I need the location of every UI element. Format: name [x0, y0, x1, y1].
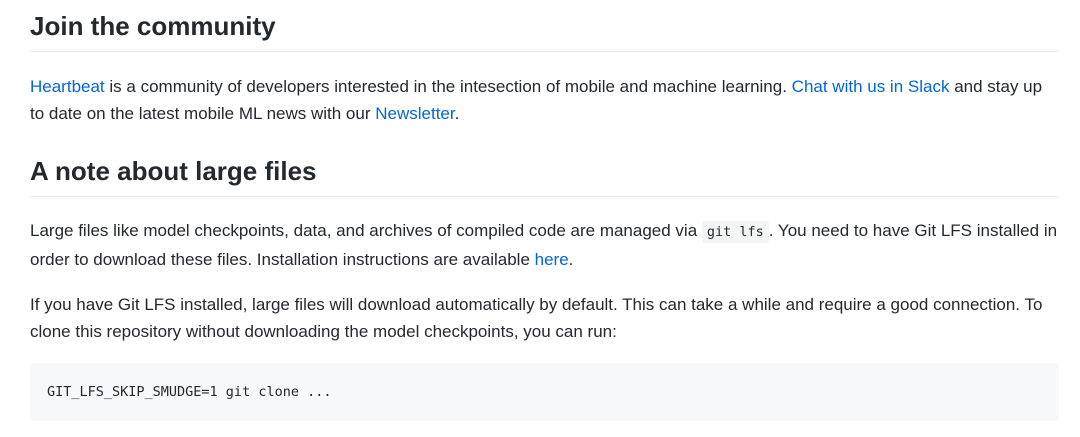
- installation-here-link[interactable]: here: [535, 250, 569, 269]
- clone-command: GIT_LFS_SKIP_SMUDGE=1 git clone ...: [47, 384, 332, 400]
- newsletter-link[interactable]: Newsletter: [375, 104, 454, 123]
- community-paragraph: Heartbeat is a community of developers i…: [30, 73, 1059, 127]
- large-files-paragraph: Large files like model checkpoints, data…: [30, 217, 1059, 273]
- large-files-text-3: .: [568, 250, 574, 269]
- heartbeat-link[interactable]: Heartbeat: [30, 77, 105, 96]
- git-lfs-inline-code: git lfs: [701, 221, 769, 243]
- community-text-3: .: [454, 104, 460, 123]
- clone-instructions-paragraph: If you have Git LFS installed, large fil…: [30, 295, 1043, 341]
- heading-join-the-community: Join the community: [30, 10, 1059, 52]
- heading-large-files: A note about large files: [30, 155, 1059, 197]
- community-text-1: is a community of developers interested …: [104, 77, 792, 96]
- clone-code-block: GIT_LFS_SKIP_SMUDGE=1 git clone ...: [30, 363, 1059, 421]
- large-files-text-1: Large files like model checkpoints, data…: [30, 221, 702, 240]
- slack-link[interactable]: Chat with us in Slack: [792, 77, 950, 96]
